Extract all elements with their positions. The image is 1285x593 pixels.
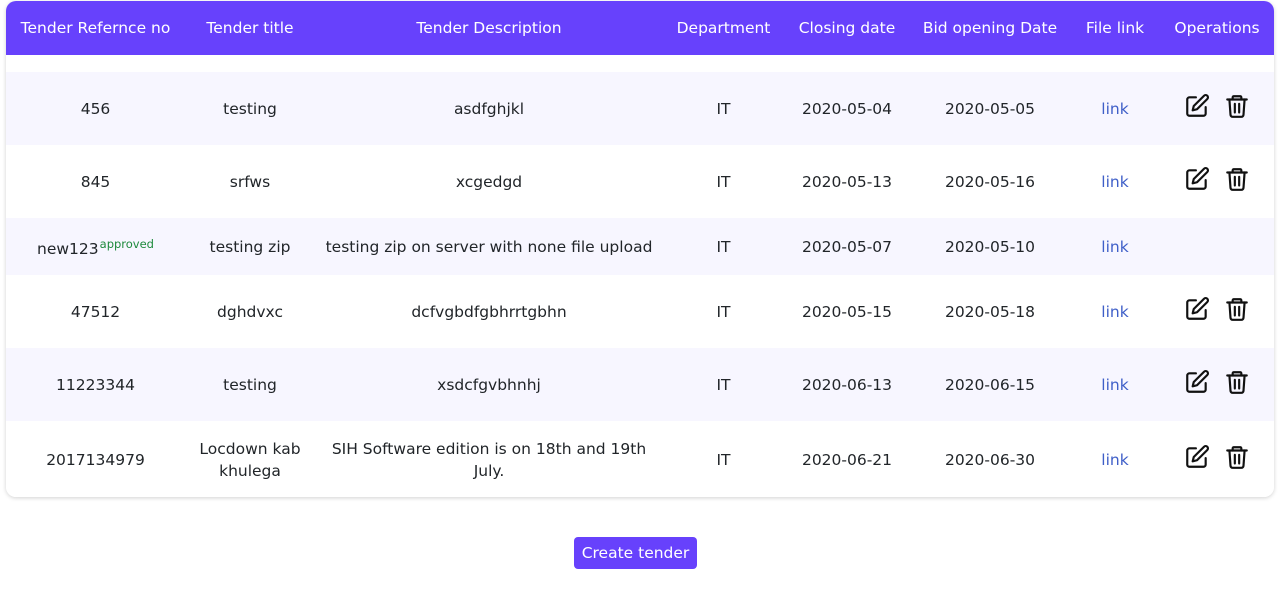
cell-reference: 845 — [6, 145, 185, 218]
edit-icon[interactable] — [1184, 166, 1210, 192]
row-operations — [1184, 444, 1250, 470]
table-row: 47512 dghdvxc dcfvgbdfgbhrrtgbhn IT 2020-05-… — [6, 275, 1274, 348]
cell-description: xsdcfgvbhnhj — [437, 375, 541, 394]
cell-closing-date: 2020-05-15 — [801, 302, 893, 321]
table-row: 11223344 testing xsdcfgvbhnhj IT 2020-06-13 2… — [6, 348, 1274, 421]
cell-bid-opening-date: 2020-05-05 — [944, 99, 1036, 118]
table-row: new123approved testing zip testing zip on … — [6, 218, 1274, 275]
header-description: Tender Description — [416, 19, 562, 37]
cell-operations — [1160, 145, 1274, 218]
cell-description: dcfvgbdfgbhrrtgbhn — [411, 302, 567, 321]
status-badge: approved — [99, 237, 154, 251]
file-link[interactable]: link — [1101, 100, 1128, 118]
reference-number: 456 — [80, 99, 111, 118]
tenders-table: Tender Refernce no Tender title Tender D… — [6, 1, 1274, 497]
header-file-link: File link — [1085, 19, 1145, 37]
cell-operations — [1160, 421, 1274, 497]
cell-description: testing zip on server with none file upl… — [325, 237, 653, 256]
trash-icon[interactable] — [1224, 444, 1250, 470]
cell-title: dghdvxc — [217, 302, 283, 321]
cell-bid-opening-date: 2020-06-15 — [944, 375, 1036, 394]
cell-closing-date: 2020-06-21 — [801, 450, 893, 469]
tenders-table-card: Tender Refernce no Tender title Tender D… — [6, 1, 1274, 497]
cell-title: testing zip — [209, 237, 291, 256]
create-tender-button[interactable]: Create tender — [574, 537, 697, 569]
cell-reference: 11223344 — [6, 348, 185, 421]
cell-operations — [1160, 348, 1274, 421]
file-link[interactable]: link — [1101, 303, 1128, 321]
header-bid-opening-date: Bid opening Date — [922, 19, 1058, 37]
cell-department: IT — [716, 99, 731, 118]
cell-operations — [1160, 275, 1274, 348]
cell-file-link: link — [1070, 218, 1160, 275]
cell-bid-opening-date: 2020-05-16 — [944, 172, 1036, 191]
row-operations — [1184, 369, 1250, 395]
table-row: 2017134979 Locdown kab khulega SIH Softwar… — [6, 421, 1274, 497]
file-link[interactable]: link — [1101, 238, 1128, 256]
table-row: 456 testing asdfghjkl IT 2020-05-04 2020-05-0… — [6, 72, 1274, 145]
cell-bid-opening-date: 2020-05-18 — [944, 302, 1036, 321]
file-link[interactable]: link — [1101, 376, 1128, 394]
edit-icon[interactable] — [1184, 93, 1210, 119]
edit-icon[interactable] — [1184, 296, 1210, 322]
cell-description: xcgedgd — [455, 172, 523, 191]
cell-file-link: link — [1070, 421, 1160, 497]
cell-reference: 2017134979 — [6, 421, 185, 497]
header-operations: Operations — [1174, 19, 1260, 37]
cell-department: IT — [716, 237, 731, 256]
row-operations — [1184, 166, 1250, 192]
cell-department: IT — [716, 375, 731, 394]
cell-description: asdfghjkl — [453, 99, 525, 118]
cell-reference: new123approved — [6, 218, 185, 275]
edit-icon[interactable] — [1184, 369, 1210, 395]
reference-number: 845 — [80, 172, 111, 191]
reference-number: 2017134979 — [46, 450, 145, 469]
table-header-row: Tender Refernce no Tender title Tender D… — [6, 1, 1274, 55]
header-closing-date: Closing date — [798, 19, 896, 37]
trash-icon[interactable] — [1224, 166, 1250, 192]
cell-file-link: link — [1070, 348, 1160, 421]
reference-number: new123 — [37, 240, 99, 258]
cell-bid-opening-date: 2020-05-10 — [944, 237, 1036, 256]
cell-closing-date: 2020-05-04 — [801, 99, 893, 118]
cell-file-link: link — [1070, 275, 1160, 348]
table-spacer-row — [6, 55, 1274, 72]
cell-description: SIH Software edition is on 18th and 19th… — [331, 439, 647, 480]
cell-reference: 47512 — [6, 275, 185, 348]
cell-reference: 456 — [6, 72, 185, 145]
cell-title: testing — [223, 99, 277, 118]
header-department: Department — [676, 19, 771, 37]
cell-title: Locdown kab khulega — [199, 439, 301, 480]
row-operations — [1184, 93, 1250, 119]
cell-operations — [1160, 72, 1274, 145]
cell-title: testing — [223, 375, 277, 394]
cell-closing-date: 2020-05-13 — [801, 172, 893, 191]
row-operations — [1184, 296, 1250, 322]
file-link[interactable]: link — [1101, 173, 1128, 191]
table-row: 845 srfws xcgedgd IT 2020-05-13 2020-05-16 lin… — [6, 145, 1274, 218]
cell-department: IT — [716, 302, 731, 321]
header-title: Tender title — [206, 19, 294, 37]
cell-department: IT — [716, 172, 731, 191]
reference-number: 47512 — [70, 302, 121, 321]
cell-bid-opening-date: 2020-06-30 — [944, 450, 1036, 469]
reference-number: 11223344 — [56, 375, 135, 394]
cell-file-link: link — [1070, 72, 1160, 145]
cell-file-link: link — [1070, 145, 1160, 218]
header-reference-no: Tender Refernce no — [20, 19, 171, 37]
cell-closing-date: 2020-06-13 — [801, 375, 893, 394]
cell-department: IT — [716, 450, 731, 469]
file-link[interactable]: link — [1101, 451, 1128, 469]
trash-icon[interactable] — [1224, 296, 1250, 322]
cell-closing-date: 2020-05-07 — [801, 237, 893, 256]
trash-icon[interactable] — [1224, 369, 1250, 395]
cell-operations — [1160, 218, 1274, 275]
trash-icon[interactable] — [1224, 93, 1250, 119]
cell-title: srfws — [229, 172, 271, 191]
edit-icon[interactable] — [1184, 444, 1210, 470]
